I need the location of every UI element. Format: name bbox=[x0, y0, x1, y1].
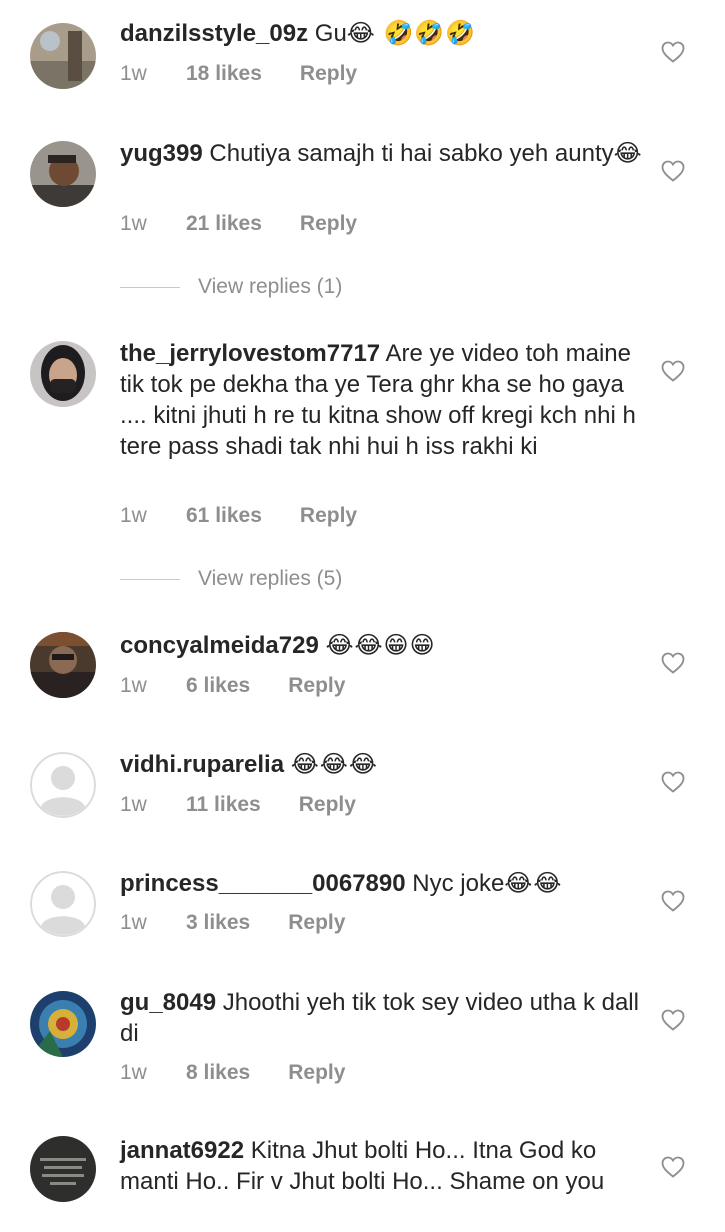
view-replies-link[interactable]: View replies (5) bbox=[120, 564, 342, 594]
reply-button[interactable]: Reply bbox=[288, 908, 345, 938]
timestamp: 1w bbox=[120, 504, 147, 527]
username[interactable]: concyalmeida729 bbox=[120, 632, 319, 659]
avatar[interactable] bbox=[30, 141, 96, 207]
default-avatar-icon[interactable] bbox=[30, 871, 96, 937]
timestamp: 1w bbox=[120, 793, 147, 816]
likes-count[interactable]: 21 likes bbox=[186, 209, 262, 239]
likes-count[interactable]: 18 likes bbox=[186, 59, 262, 89]
reply-button[interactable]: Reply bbox=[299, 790, 356, 820]
emoji: 😂 🤣🤣🤣 bbox=[346, 20, 477, 47]
avatar[interactable] bbox=[30, 23, 96, 89]
heart-outline-icon[interactable] bbox=[661, 652, 685, 674]
avatar[interactable] bbox=[30, 1136, 96, 1202]
emoji: 😂 bbox=[613, 140, 643, 167]
username[interactable]: vidhi.ruparelia bbox=[120, 751, 284, 778]
timestamp: 1w bbox=[120, 674, 147, 697]
username[interactable]: yug399 bbox=[120, 140, 203, 167]
reply-button[interactable]: Reply bbox=[300, 501, 357, 531]
emoji: 😂😂😂 bbox=[290, 751, 378, 778]
default-avatar-icon[interactable] bbox=[30, 752, 96, 818]
emoji: 😂😂😁😁 bbox=[325, 632, 436, 659]
emoji: 😂😂 bbox=[504, 870, 563, 897]
avatar[interactable] bbox=[30, 632, 96, 698]
heart-outline-icon[interactable] bbox=[661, 160, 685, 182]
heart-outline-icon[interactable] bbox=[661, 1156, 685, 1178]
comment-text: Gu bbox=[314, 20, 347, 47]
divider bbox=[120, 286, 180, 288]
reply-button[interactable]: Reply bbox=[300, 209, 357, 239]
likes-count[interactable]: 6 likes bbox=[186, 671, 250, 701]
username[interactable]: gu_8049 bbox=[120, 989, 216, 1016]
likes-count[interactable]: 11 likes bbox=[186, 790, 261, 820]
heart-outline-icon[interactable] bbox=[661, 771, 685, 793]
username[interactable]: jannat6922 bbox=[120, 1137, 244, 1164]
view-replies-label[interactable]: View replies (1) bbox=[198, 275, 342, 298]
username[interactable]: princess_______0067890 bbox=[120, 870, 406, 897]
comment-text: Chutiya samajh ti hai sabko yeh aunty bbox=[209, 140, 614, 167]
view-replies-link[interactable]: View replies (1) bbox=[120, 272, 342, 302]
username[interactable]: the_jerrylovestom7717 bbox=[120, 340, 380, 367]
timestamp: 1w bbox=[120, 62, 147, 85]
reply-button[interactable]: Reply bbox=[300, 59, 357, 89]
divider bbox=[120, 578, 180, 580]
reply-button[interactable]: Reply bbox=[288, 1058, 345, 1088]
likes-count[interactable]: 3 likes bbox=[186, 908, 250, 938]
timestamp: 1w bbox=[120, 1061, 147, 1084]
username[interactable]: danzilsstyle_09z bbox=[120, 20, 308, 47]
heart-outline-icon[interactable] bbox=[661, 890, 685, 912]
avatar[interactable] bbox=[30, 341, 96, 407]
reply-button[interactable]: Reply bbox=[288, 671, 345, 701]
view-replies-label[interactable]: View replies (5) bbox=[198, 567, 342, 590]
heart-outline-icon[interactable] bbox=[661, 360, 685, 382]
likes-count[interactable]: 8 likes bbox=[186, 1058, 250, 1088]
timestamp: 1w bbox=[120, 212, 147, 235]
avatar[interactable] bbox=[30, 991, 96, 1057]
likes-count[interactable]: 61 likes bbox=[186, 501, 262, 531]
comment-text: Nyc joke bbox=[412, 870, 505, 897]
timestamp: 1w bbox=[120, 911, 147, 934]
heart-outline-icon[interactable] bbox=[661, 1009, 685, 1031]
heart-outline-icon[interactable] bbox=[661, 41, 685, 63]
